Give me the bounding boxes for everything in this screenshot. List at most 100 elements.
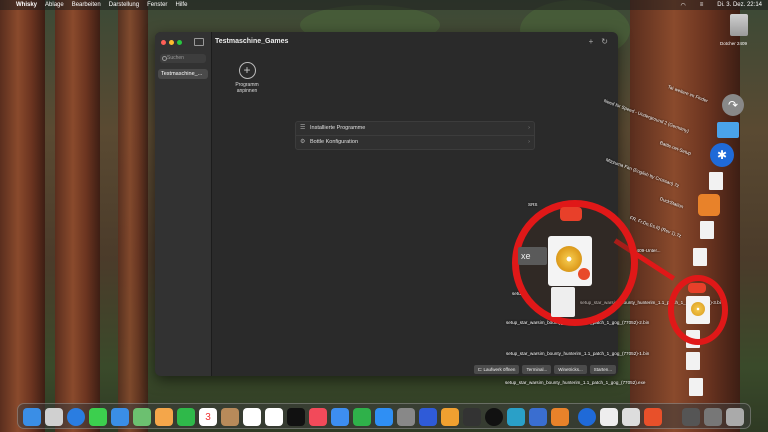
refresh-icon[interactable]: ↻	[601, 37, 608, 46]
minimize-button[interactable]	[169, 40, 174, 45]
clock[interactable]: Di. 3. Dez. 22:14	[717, 2, 762, 8]
keynote-icon[interactable]	[331, 408, 349, 426]
finder-icon[interactable]	[23, 408, 41, 426]
whisky-icon[interactable]	[644, 408, 662, 426]
open-c-drive-button[interactable]: C: Laufwerk öffnen	[473, 365, 520, 374]
pages-icon[interactable]	[441, 408, 459, 426]
dragon-icon[interactable]	[551, 408, 569, 426]
disc-icon	[691, 302, 705, 316]
appstore-icon[interactable]	[375, 408, 393, 426]
gear-icon: ⚙	[300, 139, 306, 145]
tv-icon[interactable]	[287, 408, 305, 426]
settings-icon[interactable]	[397, 408, 415, 426]
zoomed-exe-label: xe	[518, 247, 547, 265]
chevron-right-icon: ›	[528, 125, 530, 131]
bluetooth-app-icon[interactable]: ✱	[710, 143, 734, 167]
pin-label-line2: anpinnen	[236, 88, 258, 94]
badge-icon	[578, 268, 590, 280]
close-button[interactable]	[161, 40, 166, 45]
plus-circle-icon: +	[238, 62, 256, 79]
safari-icon[interactable]	[67, 408, 85, 426]
messages-icon[interactable]	[89, 408, 107, 426]
zip-file-icon[interactable]	[689, 378, 703, 396]
controlcenter-icon[interactable]: ≡	[700, 2, 704, 8]
menu-ablage[interactable]: Ablage	[45, 2, 64, 8]
mail-icon[interactable]	[111, 408, 129, 426]
share-icon[interactable]: ↷	[722, 94, 744, 116]
window-actions: + ↻	[589, 37, 608, 46]
downloads-icon[interactable]	[682, 408, 700, 426]
zip-file-icon[interactable]	[693, 248, 707, 266]
zoom-button[interactable]	[177, 40, 182, 45]
zip-file-icon[interactable]	[686, 352, 700, 370]
bottom-toolbar: C: Laufwerk öffnen Terminal... Winetrick…	[473, 365, 616, 374]
tree-trunk	[55, 0, 100, 432]
bluetooth-icon[interactable]	[578, 408, 596, 426]
folder-icon[interactable]	[717, 122, 739, 138]
xbox-icon[interactable]	[485, 408, 503, 426]
red-app-icon	[560, 207, 582, 221]
stack-label[interactable]: SRS	[528, 202, 537, 207]
tree-trunk	[0, 0, 45, 432]
row-label: Bottle Konfiguration	[310, 139, 359, 145]
wifi-icon[interactable]: ◠	[681, 2, 686, 9]
file-icon[interactable]	[709, 172, 723, 190]
tree-trunk	[118, 0, 148, 432]
disc-icon	[556, 246, 582, 272]
traffic-lights	[161, 40, 182, 45]
menu-bearbeiten[interactable]: Bearbeiten	[72, 2, 101, 8]
dock: 3	[17, 403, 751, 429]
dragon-icon[interactable]	[698, 194, 720, 216]
zip-file-icon[interactable]	[551, 287, 575, 317]
search-input[interactable]: Suchen	[160, 54, 206, 63]
disk-icon[interactable]	[730, 14, 748, 36]
tree-trunk	[630, 0, 740, 432]
red-app-icon	[688, 283, 706, 293]
file-label[interactable]: setup_star_warsim_bounty_hunterim_1.1_pa…	[505, 380, 645, 385]
zip-file-icon[interactable]	[700, 221, 714, 239]
menu-app-name[interactable]: Whisky	[16, 2, 37, 8]
list-item-bottle-config[interactable]: ⚙ Bottle Konfiguration ›	[296, 135, 534, 149]
sidebar: Suchen Testmaschine_...	[155, 32, 212, 376]
add-icon[interactable]: +	[589, 37, 594, 46]
maps-icon[interactable]	[133, 408, 151, 426]
terminal-button[interactable]: Terminal...	[522, 365, 552, 374]
reminders-icon[interactable]	[243, 408, 261, 426]
calendar-icon[interactable]: 3	[199, 408, 217, 426]
list-item-installed-programs[interactable]: ☰ Installierte Programme ›	[296, 122, 534, 135]
disk-label: Dotcher 2409	[720, 41, 748, 46]
row-label: Installierte Programme	[310, 125, 366, 131]
facetime-icon[interactable]	[177, 408, 195, 426]
disc-image-icon[interactable]	[686, 296, 710, 324]
sidebar-toggle-icon[interactable]	[194, 38, 204, 46]
display-icon[interactable]	[704, 408, 722, 426]
sidebar-item-bottle[interactable]: Testmaschine_...	[158, 69, 208, 79]
menu-darstellung[interactable]: Darstellung	[109, 2, 139, 8]
contacts-icon[interactable]	[221, 408, 239, 426]
photos-icon[interactable]	[155, 408, 173, 426]
box-icon[interactable]	[419, 408, 437, 426]
start-button[interactable]: Starten...	[589, 365, 616, 374]
window-title: Testmaschine_Games	[215, 38, 289, 45]
preview-icon[interactable]	[622, 408, 640, 426]
trash-icon[interactable]	[726, 408, 744, 426]
search-placeholder: Suchen	[167, 55, 184, 61]
textedit-icon[interactable]	[600, 408, 618, 426]
pin-program-button[interactable]: + Programm anpinnen	[227, 62, 267, 94]
chevron-right-icon: ›	[528, 139, 530, 145]
app-icon[interactable]	[507, 408, 525, 426]
search-icon	[162, 56, 167, 61]
disc-image-icon[interactable]	[548, 236, 592, 286]
launchpad-icon[interactable]	[45, 408, 63, 426]
cursor-icon[interactable]	[463, 408, 481, 426]
numbers-icon[interactable]	[353, 408, 371, 426]
network-icon[interactable]	[529, 408, 547, 426]
menu-hilfe[interactable]: Hilfe	[175, 2, 187, 8]
menu-fenster[interactable]: Fenster	[147, 2, 167, 8]
bottle-options-list: ☰ Installierte Programme › ⚙ Bottle Konf…	[295, 121, 535, 150]
freeform-icon[interactable]	[265, 408, 283, 426]
music-icon[interactable]	[309, 408, 327, 426]
menu-bar: Whisky Ablage Bearbeiten Darstellung Fen…	[0, 0, 768, 10]
winetricks-button[interactable]: Winetricks...	[554, 365, 587, 374]
file-label[interactable]: setup_star_warsim_bounty_hunterim_1.1_pa…	[506, 351, 649, 356]
